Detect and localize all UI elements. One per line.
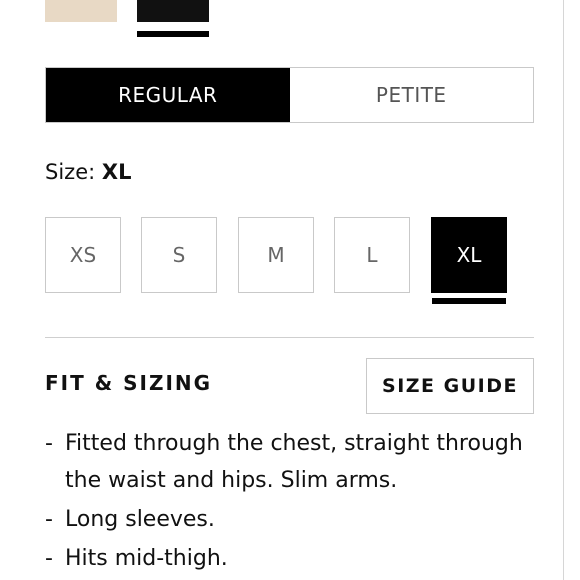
fit-toggle: REGULAR PETITE bbox=[45, 67, 534, 123]
color-swatch-beige[interactable] bbox=[45, 0, 117, 22]
selected-size-indicator bbox=[432, 298, 506, 304]
size-button-l[interactable]: L bbox=[334, 217, 410, 293]
fit-details-list: Fitted through the chest, straight throu… bbox=[45, 425, 545, 579]
selected-swatch-indicator bbox=[137, 31, 209, 37]
size-button-xl[interactable]: XL bbox=[431, 217, 507, 293]
section-divider bbox=[45, 337, 534, 338]
fit-sizing-title: FIT & SIZING bbox=[45, 371, 213, 395]
size-button-m[interactable]: M bbox=[238, 217, 314, 293]
fit-option-petite[interactable]: PETITE bbox=[290, 68, 534, 122]
size-guide-button[interactable]: SIZE GUIDE bbox=[366, 358, 534, 414]
size-button-xs[interactable]: XS bbox=[45, 217, 121, 293]
size-button-s[interactable]: S bbox=[141, 217, 217, 293]
fit-detail-item: Long sleeves. bbox=[45, 501, 545, 538]
fit-option-regular[interactable]: REGULAR bbox=[46, 68, 290, 122]
size-label: Size: XL bbox=[45, 160, 131, 184]
product-options-panel: REGULAR PETITE Size: XL XS S M L XL FIT … bbox=[0, 0, 580, 580]
color-swatch-black[interactable] bbox=[137, 0, 209, 22]
fit-detail-item: Fitted through the chest, straight throu… bbox=[45, 425, 545, 499]
panel-border bbox=[563, 0, 564, 580]
fit-detail-item: Hits mid-thigh. bbox=[45, 540, 545, 577]
size-label-text: Size: bbox=[45, 160, 96, 184]
selected-size-value: XL bbox=[101, 160, 132, 184]
